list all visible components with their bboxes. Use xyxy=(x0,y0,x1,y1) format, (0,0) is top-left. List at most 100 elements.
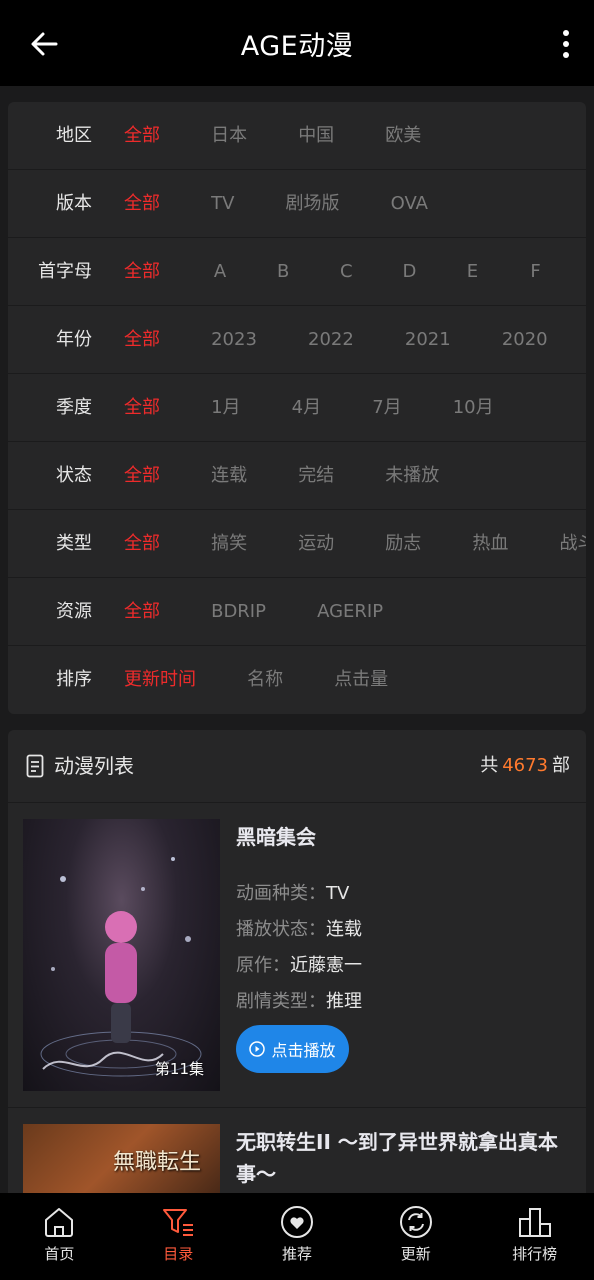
list-item[interactable]: 第11集 黑暗集会 动画种类：TV 播放状态：连载 原作：近藤憲一 剧情类型：推… xyxy=(8,803,586,1108)
refresh-icon xyxy=(399,1206,432,1238)
filter-label: 资源 xyxy=(56,601,92,622)
filter-option[interactable]: 全部 xyxy=(124,170,160,237)
filter-option[interactable]: E xyxy=(463,238,481,305)
filter-option[interactable]: F xyxy=(527,238,545,305)
filter-option[interactable]: 战斗 xyxy=(559,510,586,577)
count-number: 4673 xyxy=(502,755,548,776)
filter-label: 年份 xyxy=(56,329,92,350)
filter-option[interactable]: 2020 xyxy=(502,306,548,373)
filter-option[interactable]: 连载 xyxy=(211,442,247,509)
filter-row-status: 状态 全部 连载 完结 未播放 xyxy=(8,442,586,510)
tab-label: 目录 xyxy=(163,1245,194,1263)
tab-label: 更新 xyxy=(400,1245,431,1263)
filter-option[interactable]: 运动 xyxy=(298,510,334,577)
podium-icon xyxy=(518,1208,551,1237)
filter-label: 类型 xyxy=(56,533,92,554)
list-item[interactable]: 無職転生 无职转生II ～到了异世界就拿出真本事～ xyxy=(8,1108,586,1200)
info-type: 动画种类：TV xyxy=(236,883,350,904)
filter-option[interactable]: 未播放 xyxy=(385,442,439,509)
filter-option[interactable]: 全部 xyxy=(124,374,160,441)
play-circle-icon xyxy=(249,1041,266,1057)
filter-option[interactable]: 4月 xyxy=(292,374,321,441)
filter-option[interactable]: 名称 xyxy=(247,646,283,713)
filter-option[interactable]: 剧场版 xyxy=(286,170,340,237)
play-button[interactable]: 点击播放 xyxy=(236,1025,349,1073)
anime-title[interactable]: 黑暗集会 xyxy=(236,821,362,850)
filter-option[interactable]: AGERIP xyxy=(317,578,383,645)
filter-option[interactable]: 热血 xyxy=(472,510,508,577)
tab-updates[interactable]: 更新 xyxy=(356,1193,475,1280)
filter-option[interactable]: 7月 xyxy=(372,374,401,441)
info-status: 播放状态：连载 xyxy=(236,919,362,940)
filter-option[interactable]: 1月 xyxy=(211,374,240,441)
filter-label: 排序 xyxy=(56,669,92,690)
app-title: AGE动漫 xyxy=(240,30,354,62)
filter-option[interactable]: 全部 xyxy=(124,238,160,305)
filter-row-version: 版本 全部 TV 剧场版 OVA xyxy=(8,170,586,238)
list-title: 动漫列表 xyxy=(54,754,134,778)
filter-option[interactable]: 欧美 xyxy=(385,102,421,169)
filter-label: 状态 xyxy=(56,465,92,486)
filter-option[interactable]: 日本 xyxy=(211,102,247,169)
filter-option[interactable]: 点击量 xyxy=(334,646,388,713)
filter-option[interactable]: 全部 xyxy=(124,578,160,645)
filter-option[interactable]: 励志 xyxy=(385,510,421,577)
filter-option[interactable]: A xyxy=(211,238,229,305)
tab-label: 排行榜 xyxy=(512,1245,558,1263)
poster-image[interactable]: 第11集 xyxy=(23,819,220,1091)
filter-option[interactable]: 全部 xyxy=(124,442,160,509)
info-genre: 剧情类型：推理 xyxy=(236,991,362,1012)
filter-option[interactable]: 2023 xyxy=(211,306,257,373)
filter-row-year: 年份 全部 2023 2022 2021 2020 20 xyxy=(8,306,586,374)
anime-title[interactable]: 无职转生II ～到了异世界就拿出真本事～ xyxy=(236,1126,566,1190)
filter-row-source: 资源 全部 BDRIP AGERIP xyxy=(8,578,586,646)
poster-logo-text: 無職転生 xyxy=(113,1150,202,1175)
episode-label: 第11集 xyxy=(154,1060,204,1078)
filter-row-region: 地区 全部 日本 中国 欧美 xyxy=(8,102,586,170)
tab-label: 首页 xyxy=(44,1245,75,1263)
filter-option[interactable]: D xyxy=(400,238,418,305)
filter-option[interactable]: OVA xyxy=(391,170,428,237)
filter-option[interactable]: B xyxy=(274,238,292,305)
filter-option[interactable]: 中国 xyxy=(298,102,334,169)
filter-option[interactable]: 全部 xyxy=(124,102,160,169)
filter-label: 版本 xyxy=(56,193,92,214)
document-list-icon xyxy=(26,754,44,778)
filter-option[interactable]: 2021 xyxy=(405,306,451,373)
filter-row-initial: 首字母 全部 A B C D E F G xyxy=(8,238,586,306)
back-arrow-icon[interactable] xyxy=(28,28,60,60)
filter-option[interactable]: 更新时间 xyxy=(124,646,196,713)
tab-home[interactable]: 首页 xyxy=(0,1193,119,1280)
filter-option[interactable]: C xyxy=(337,238,355,305)
app-bar: AGE动漫 xyxy=(0,0,594,86)
tab-label: 推荐 xyxy=(281,1245,312,1263)
filter-row-genre: 类型 全部 搞笑 运动 励志 热血 战斗 xyxy=(8,510,586,578)
filter-option[interactable]: 完结 xyxy=(298,442,334,509)
total-count: 共 4673 部 xyxy=(480,755,570,776)
filter-option[interactable]: BDRIP xyxy=(211,578,266,645)
filter-option[interactable]: 2022 xyxy=(308,306,354,373)
bottom-nav: 首页 目录 推荐 更新 排行榜 xyxy=(0,1193,594,1280)
filter-option[interactable]: 全部 xyxy=(124,510,160,577)
filter-row-sort: 排序 更新时间 名称 点击量 xyxy=(8,646,586,713)
filter-icon xyxy=(163,1209,194,1236)
filter-option[interactable]: 10月 xyxy=(453,374,494,441)
play-label: 点击播放 xyxy=(271,1041,336,1060)
filter-label: 首字母 xyxy=(38,261,92,282)
filter-label: 季度 xyxy=(56,397,92,418)
tab-catalog[interactable]: 目录 xyxy=(119,1193,238,1280)
filter-label: 地区 xyxy=(56,125,92,146)
more-vert-icon[interactable] xyxy=(558,28,574,60)
poster-image[interactable]: 無職転生 xyxy=(23,1124,220,1200)
filter-option[interactable]: 全部 xyxy=(124,306,160,373)
home-icon xyxy=(45,1208,74,1237)
filter-row-season: 季度 全部 1月 4月 7月 10月 xyxy=(8,374,586,442)
tab-recommend[interactable]: 推荐 xyxy=(238,1193,357,1280)
heart-icon xyxy=(280,1206,313,1238)
list-header: 动漫列表 共 4673 部 xyxy=(8,730,586,803)
filter-panel: 地区 全部 日本 中国 欧美 版本 全部 TV 剧场版 OVA 首字母 全部 A… xyxy=(8,102,586,714)
info-author: 原作：近藤憲一 xyxy=(236,955,362,976)
filter-option[interactable]: TV xyxy=(211,170,234,237)
filter-option[interactable]: 搞笑 xyxy=(211,510,247,577)
tab-ranking[interactable]: 排行榜 xyxy=(475,1193,594,1280)
